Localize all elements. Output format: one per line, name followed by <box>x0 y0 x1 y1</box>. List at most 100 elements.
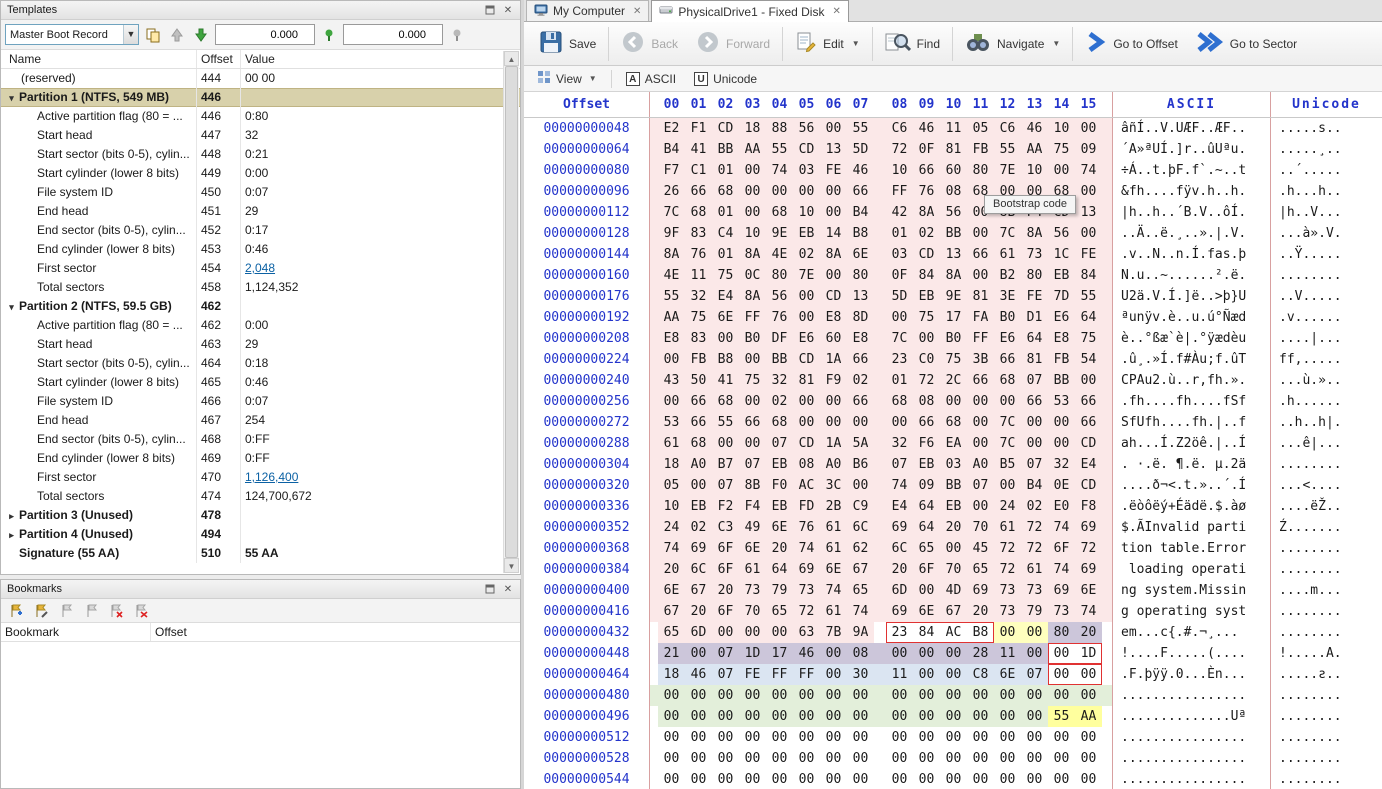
hex-byte[interactable]: 00 <box>967 223 994 244</box>
hex-byte[interactable]: 00 <box>658 769 685 789</box>
hex-byte[interactable]: 68 <box>886 391 913 412</box>
hex-byte[interactable]: 6D <box>685 622 712 643</box>
hex-byte[interactable]: 10 <box>1048 118 1075 139</box>
template-row[interactable]: ▾Partition 1 (NTFS, 549 MB)446 <box>1 88 520 107</box>
unicode-cell[interactable]: |h..V... <box>1271 202 1382 223</box>
hex-byte[interactable]: 07 <box>739 454 766 475</box>
ascii-toggle-button[interactable]: A ASCII <box>619 68 683 90</box>
hex-byte[interactable]: 55 <box>658 286 685 307</box>
hex-byte[interactable]: CD <box>820 286 847 307</box>
unicode-cell[interactable]: ...à».V. <box>1271 223 1382 244</box>
hex-byte[interactable]: 56 <box>1048 223 1075 244</box>
hex-byte[interactable]: 32 <box>685 286 712 307</box>
hex-byte[interactable]: 61 <box>994 244 1021 265</box>
hex-byte[interactable]: 08 <box>940 181 967 202</box>
hex-byte[interactable]: 00 <box>940 391 967 412</box>
template-row[interactable]: Start sector (bits 0-5), cylin...4480:21 <box>1 145 520 164</box>
column-header-name[interactable]: Name <box>1 50 197 68</box>
hex-byte[interactable]: 00 <box>1075 118 1102 139</box>
hex-byte[interactable]: 7E <box>793 265 820 286</box>
hex-byte[interactable]: 81 <box>967 286 994 307</box>
template-row[interactable]: End sector (bits 0-5), cylin...4520:17 <box>1 221 520 240</box>
hex-byte[interactable]: 41 <box>712 370 739 391</box>
hex-byte[interactable]: 07 <box>886 454 913 475</box>
hex-byte[interactable]: 24 <box>658 517 685 538</box>
hex-byte[interactable]: B0 <box>994 307 1021 328</box>
hex-byte[interactable]: 26 <box>658 181 685 202</box>
save-button[interactable]: Save <box>530 25 605 63</box>
hex-row-offset[interactable]: 00000000096 <box>524 181 650 202</box>
hex-byte[interactable]: 67 <box>847 559 874 580</box>
unicode-cell[interactable]: Ź....... <box>1271 517 1382 538</box>
hex-row-offset[interactable]: 00000000160 <box>524 265 650 286</box>
hex-byte[interactable]: AA <box>739 139 766 160</box>
sector-link[interactable]: 2,048 <box>245 261 275 275</box>
hex-byte[interactable]: 73 <box>994 580 1021 601</box>
hex-byte[interactable]: 54 <box>1075 349 1102 370</box>
hex-byte[interactable]: 00 <box>820 685 847 706</box>
hex-byte[interactable]: 60 <box>820 328 847 349</box>
hex-byte[interactable]: 8A <box>820 244 847 265</box>
hex-byte[interactable]: FB <box>967 139 994 160</box>
hex-byte[interactable]: 00 <box>1048 160 1075 181</box>
scroll-up-icon[interactable]: ▲ <box>504 51 519 66</box>
hex-byte[interactable]: 9F <box>658 223 685 244</box>
hex-byte[interactable]: 00 <box>766 727 793 748</box>
hex-byte[interactable]: 00 <box>967 748 994 769</box>
unicode-cell[interactable]: ǃ.....A. <box>1271 643 1382 664</box>
hex-byte[interactable]: 18 <box>658 454 685 475</box>
hex-byte[interactable]: 00 <box>712 748 739 769</box>
ascii-cell[interactable]: $.ÃInvalid parti <box>1112 517 1271 538</box>
hex-byte[interactable]: 00 <box>712 328 739 349</box>
hex-byte[interactable]: 80 <box>766 265 793 286</box>
hex-byte[interactable]: BB <box>1048 370 1075 391</box>
hex-byte[interactable]: 20 <box>1075 622 1102 643</box>
hex-byte[interactable]: 00 <box>1021 748 1048 769</box>
hex-byte[interactable]: 80 <box>1021 265 1048 286</box>
hex-byte[interactable]: 00 <box>940 538 967 559</box>
hex-byte[interactable]: 00 <box>886 643 913 664</box>
hex-byte[interactable]: 00 <box>913 685 940 706</box>
hex-byte[interactable]: 68 <box>685 433 712 454</box>
hex-byte[interactable]: 09 <box>913 475 940 496</box>
hex-byte[interactable]: 00 <box>913 727 940 748</box>
hex-byte[interactable]: B8 <box>712 349 739 370</box>
hex-byte[interactable]: 00 <box>994 706 1021 727</box>
hex-byte[interactable]: 6E <box>739 538 766 559</box>
hex-byte[interactable]: 00 <box>739 349 766 370</box>
hex-byte[interactable]: BB <box>940 223 967 244</box>
ascii-cell[interactable]: ah...Í.Z2öê.|..Í <box>1112 433 1271 454</box>
hex-byte[interactable]: 11 <box>940 118 967 139</box>
hex-byte[interactable]: EB <box>685 496 712 517</box>
ascii-cell[interactable]: N.u..~......².ë. <box>1112 265 1271 286</box>
hex-byte[interactable]: 68 <box>994 370 1021 391</box>
hex-byte[interactable]: 23 <box>886 622 913 643</box>
ascii-cell[interactable]: ................ <box>1112 727 1271 748</box>
ascii-cell[interactable]: SfUfh....fh.|..f <box>1112 412 1271 433</box>
hex-byte[interactable]: 69 <box>967 580 994 601</box>
unicode-cell[interactable]: ........ <box>1271 538 1382 559</box>
unicode-cell[interactable]: ....|... <box>1271 328 1382 349</box>
hex-byte[interactable]: EB <box>766 496 793 517</box>
hex-byte[interactable]: 00 <box>658 706 685 727</box>
hex-byte[interactable]: BB <box>712 139 739 160</box>
hex-byte[interactable]: 68 <box>766 412 793 433</box>
hex-byte[interactable]: 00 <box>1021 727 1048 748</box>
hex-byte[interactable]: 08 <box>913 391 940 412</box>
template-row[interactable]: Start sector (bits 0-5), cylin...4640:18 <box>1 354 520 373</box>
template-row[interactable]: ▾Partition 2 (NTFS, 59.5 GB)462 <box>1 297 520 316</box>
hex-byte[interactable]: 75 <box>940 349 967 370</box>
hex-byte[interactable]: 00 <box>886 412 913 433</box>
hex-byte[interactable]: 00 <box>739 706 766 727</box>
hex-byte[interactable]: 6F <box>712 538 739 559</box>
template-row[interactable]: End cylinder (lower 8 bits)4690:FF <box>1 449 520 468</box>
hex-row-offset[interactable]: 00000000368 <box>524 538 650 559</box>
hex-byte[interactable]: A0 <box>820 454 847 475</box>
hex-byte[interactable]: FE <box>739 664 766 685</box>
hex-byte[interactable]: 00 <box>658 685 685 706</box>
hex-byte[interactable]: 00 <box>967 685 994 706</box>
hex-byte[interactable]: 7E <box>994 160 1021 181</box>
hex-byte[interactable]: 61 <box>994 517 1021 538</box>
hex-byte[interactable]: 72 <box>1021 517 1048 538</box>
unicode-cell[interactable]: ........ <box>1271 601 1382 622</box>
